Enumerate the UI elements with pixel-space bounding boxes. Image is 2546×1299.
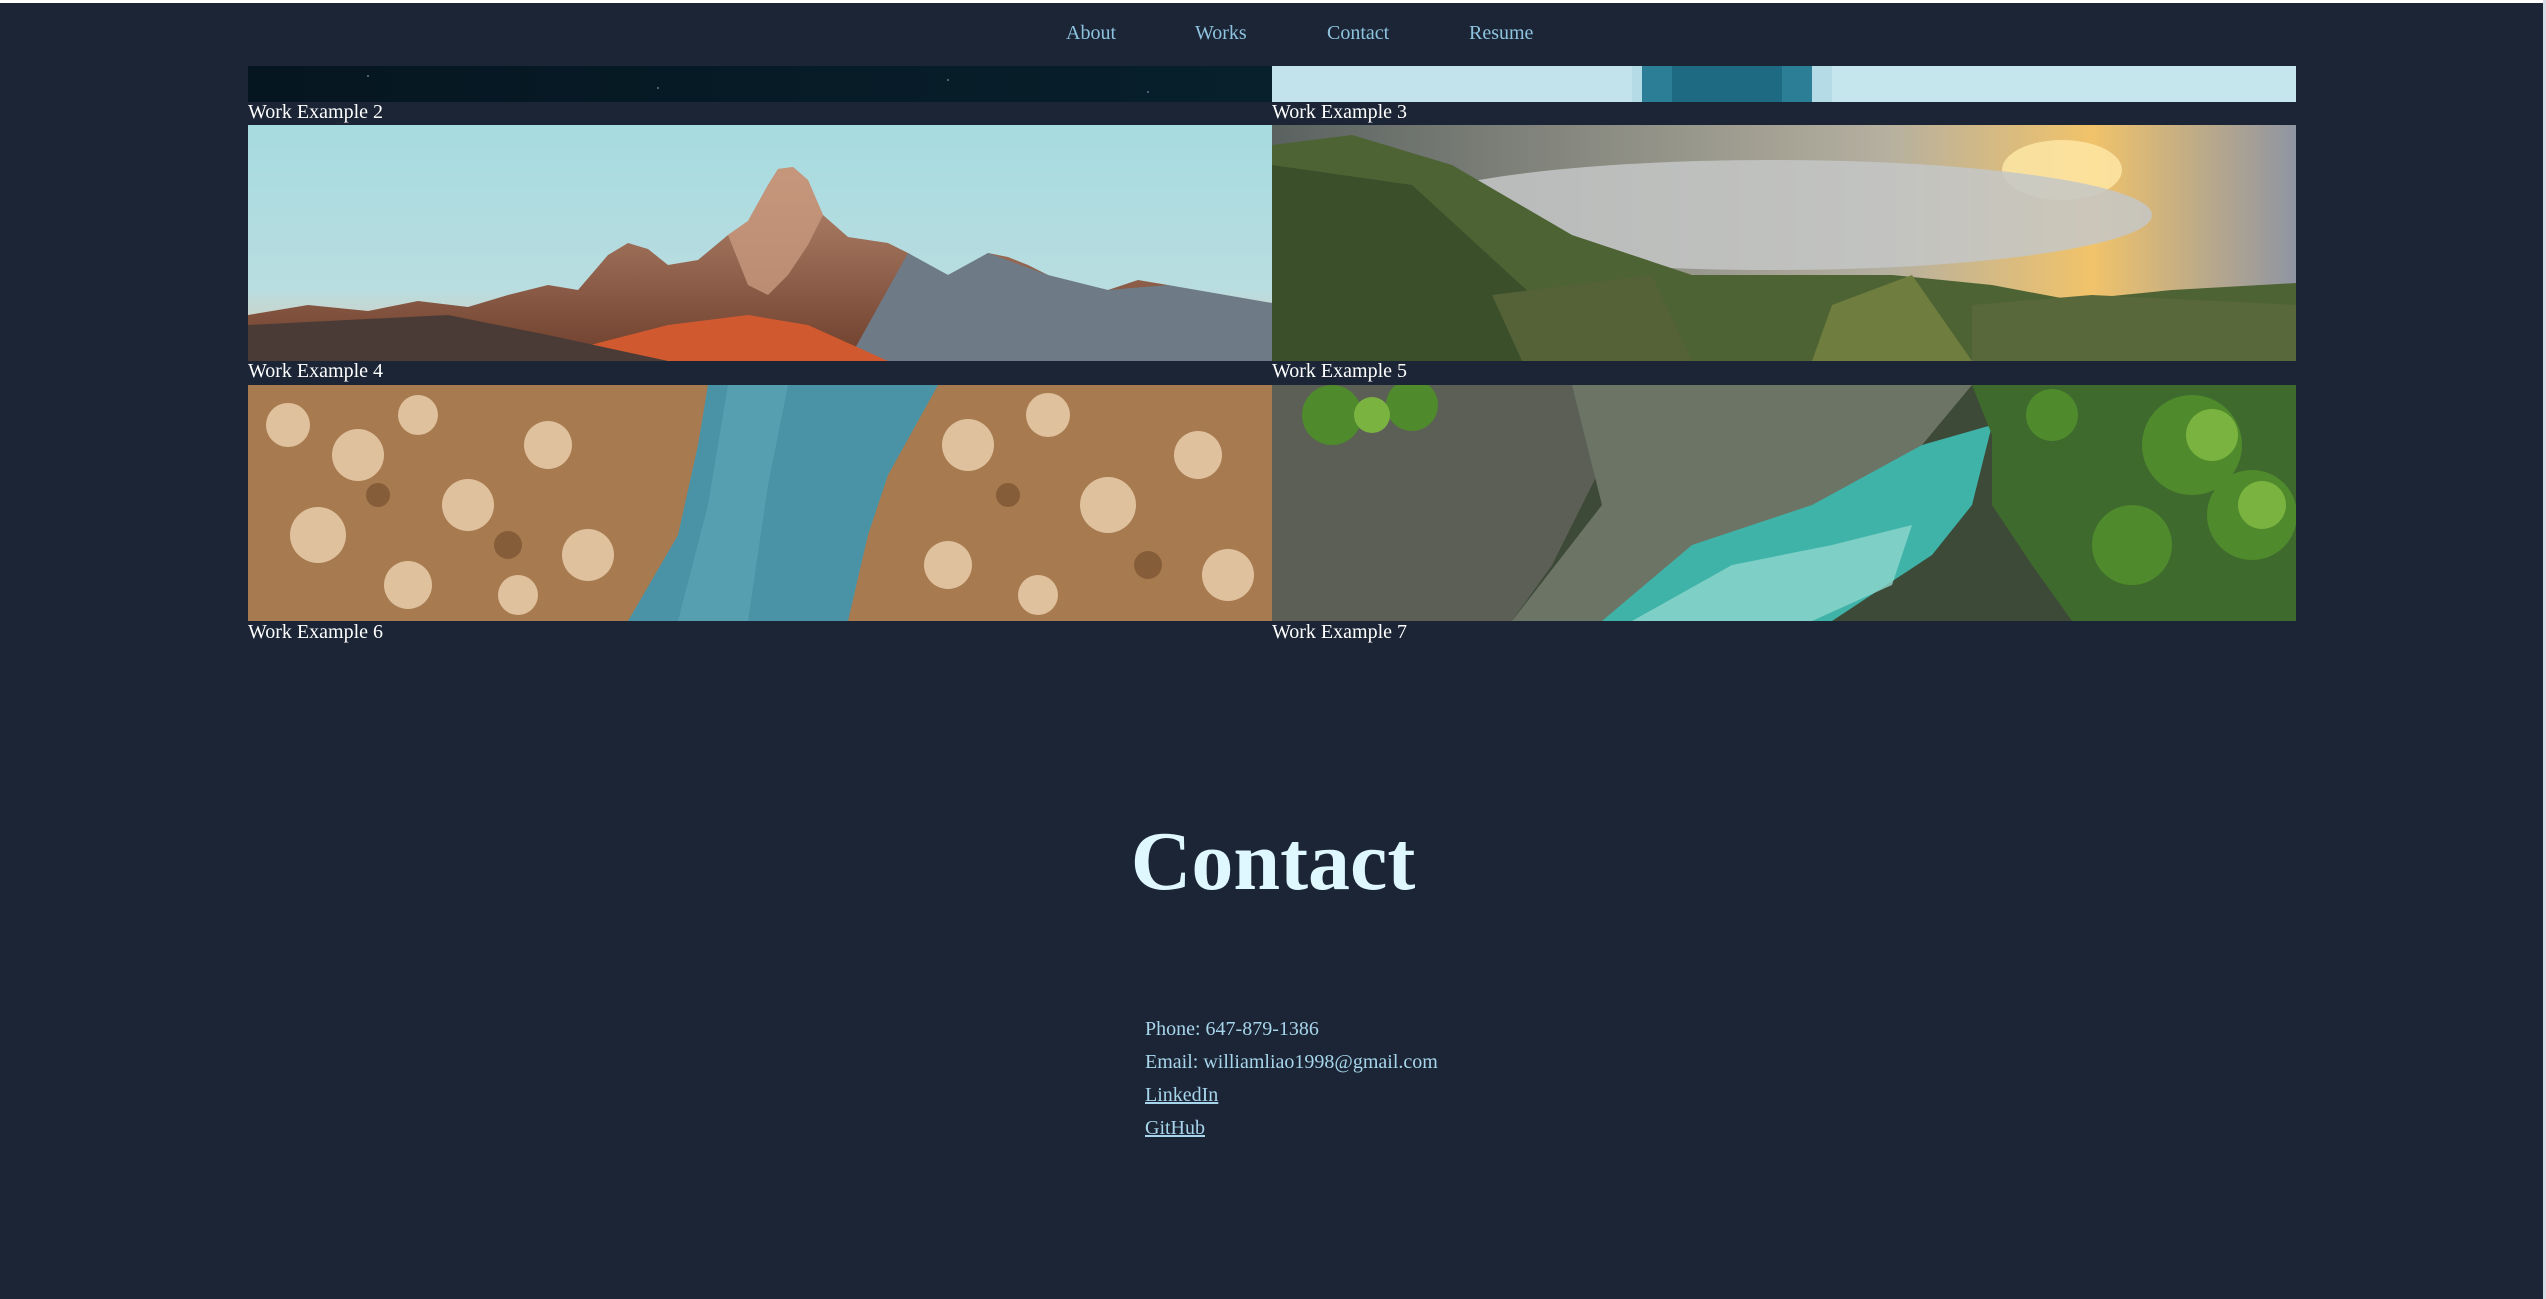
work-caption: Work Example 7 [1272,621,1408,643]
nav-resume-link[interactable]: Resume [1469,22,1533,45]
nav-works-link[interactable]: Works [1195,22,1247,45]
work-caption: Work Example 5 [1272,360,1408,382]
nav-about-link[interactable]: About [1066,22,1116,45]
waterfall-image [1272,66,2296,102]
contact-details: Phone: 647-879-1386 Email: williamliao19… [1145,1017,1438,1149]
phone-text: Phone: 647-879-1386 [1145,1018,1319,1040]
linkedin-link[interactable]: LinkedIn [1145,1084,1218,1106]
misty-valley-image [1272,125,2296,361]
github-link[interactable]: GitHub [1145,1117,1205,1139]
mountain-peaks-image [248,125,1272,361]
night-sky-image [248,66,1272,102]
top-navigation: About Works Contact Resume [0,0,2546,66]
turquoise-river-canyon-image [1272,385,2296,621]
contact-heading: Contact [1130,815,1416,908]
work-caption: Work Example 3 [1272,101,1408,123]
nav-contact-link[interactable]: Contact [1327,22,1389,45]
aerial-forest-river-image [248,385,1272,621]
work-caption: Work Example 4 [248,360,384,382]
work-caption: Work Example 2 [248,101,384,123]
work-caption: Work Example 6 [248,621,384,643]
email-text: Email: williamliao1998@gmail.com [1145,1051,1438,1073]
